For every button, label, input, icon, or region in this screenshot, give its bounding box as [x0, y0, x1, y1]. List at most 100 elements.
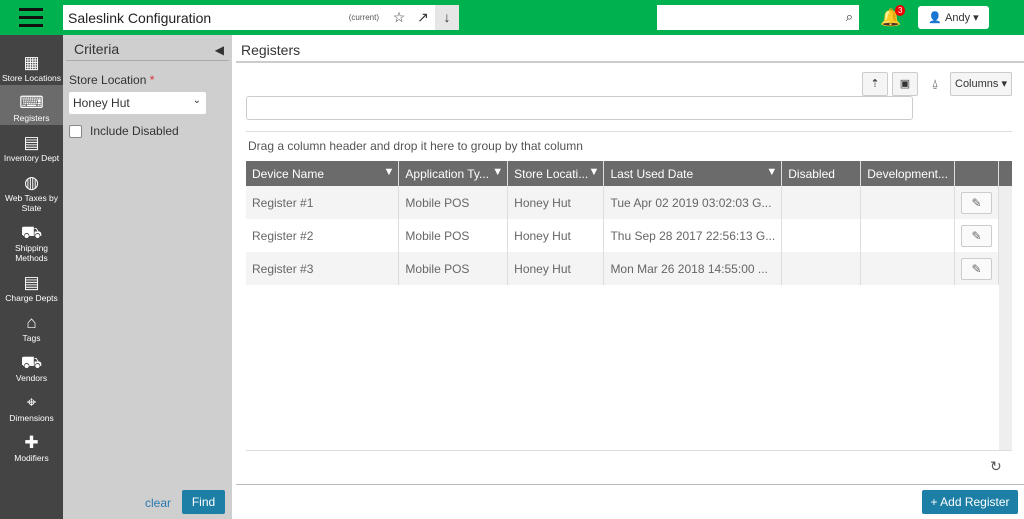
search-icon[interactable]: ⌕	[846, 9, 853, 25]
tags-icon: ⌂	[26, 313, 37, 332]
cell: Mobile POS	[398, 252, 509, 285]
include-disabled-checkbox[interactable]	[69, 125, 82, 138]
list-icon: ▤	[23, 273, 40, 292]
sidebar-item-label: Tags	[22, 333, 41, 343]
sidebar-item-inventory-dept[interactable]: ▤ Inventory Dept	[0, 125, 63, 165]
register-icon: ⌨	[19, 93, 44, 112]
filter-icon[interactable]: ▼	[492, 166, 503, 178]
sidebar-item-label: Shipping Methods	[14, 243, 49, 263]
filter-icon[interactable]: ▼	[766, 166, 777, 178]
sort-icon[interactable]: ⇡	[862, 72, 888, 96]
cell: Honey Hut	[507, 186, 605, 219]
store-location-label: Store Location *	[69, 73, 154, 87]
sidebar-item-tags[interactable]: ⌂ Tags	[0, 305, 63, 345]
table-row[interactable]: Register #1 Mobile POS Honey Hut Tue Apr 02…	[246, 186, 999, 219]
page-heading: Registers	[236, 35, 1024, 63]
notification-badge: 3	[895, 5, 906, 16]
refresh-icon[interactable]: ↻	[990, 458, 1002, 475]
external-link-icon[interactable]: ↗	[411, 9, 435, 26]
table-row[interactable]: Register #3 Mobile POS Honey Hut Mon Mar 26…	[246, 252, 999, 285]
top-bar: Saleslink Configuration (current) ☆ ↗ ↓ …	[0, 0, 1024, 35]
sidebar-item-label: Vendors	[15, 373, 48, 383]
cell: Register #3	[246, 252, 400, 285]
column-header-disabled[interactable]: Disabled	[781, 161, 862, 186]
user-name: Andy	[945, 11, 971, 24]
edit-pencil-icon[interactable]: ✎	[961, 257, 992, 280]
cell: Mon Mar 26 2018 14:55:00 ...	[603, 252, 783, 285]
columns-button[interactable]: Columns ▾	[950, 72, 1012, 96]
edit-pencil-icon[interactable]: ✎	[961, 191, 992, 214]
column-header-actions	[954, 161, 999, 186]
sidebar-item-label: Charge Depts	[5, 293, 58, 303]
crosshair-icon: ⌖	[26, 393, 37, 412]
sidebar-item-label: Inventory Dept	[3, 153, 60, 163]
sidebar-item-web-taxes[interactable]: ◍ Web Taxes by State	[0, 165, 63, 215]
table-row[interactable]: Register #2 Mobile POS Honey Hut Thu Sep 28…	[246, 219, 999, 252]
global-search-input[interactable]: ⌕	[657, 5, 859, 30]
sidebar-item-label: Store Locations	[1, 73, 62, 83]
cell: Honey Hut	[507, 219, 605, 252]
clear-link[interactable]: clear	[145, 496, 171, 510]
user-menu-button[interactable]: 👤 Andy ▾	[918, 6, 989, 29]
sidebar-item-shipping-methods[interactable]: ⛟ Shipping Methods	[0, 215, 63, 265]
sidebar-item-dimensions[interactable]: ⌖ Dimensions	[0, 385, 63, 425]
chevron-down-icon: ⌄	[192, 95, 201, 106]
find-button[interactable]: Find	[182, 490, 225, 514]
cell	[860, 219, 955, 252]
star-icon[interactable]: ☆	[387, 9, 411, 26]
sidebar-item-modifiers[interactable]: ✚ Modifiers	[0, 425, 63, 465]
footer-divider	[236, 484, 1024, 485]
truck-icon: ⛟	[20, 353, 43, 372]
filter-icon[interactable]: ▼	[589, 166, 600, 178]
grid-filter-input[interactable]	[246, 96, 913, 120]
hamburger-menu-icon[interactable]	[19, 8, 43, 27]
column-header-last-used-date[interactable]: Last Used Date ▼	[603, 161, 783, 186]
sidebar-item-label: Modifiers	[14, 453, 49, 463]
collapse-icon[interactable]: ◀	[215, 43, 224, 57]
include-disabled-label[interactable]: Include Disabled	[90, 124, 179, 138]
required-marker: *	[149, 73, 155, 87]
cell: Honey Hut	[507, 252, 605, 285]
sidebar-item-store-locations[interactable]: ▦ Store Locations	[0, 35, 63, 85]
divider	[246, 131, 1012, 132]
download-icon[interactable]: ↓	[435, 5, 459, 30]
cell: Tue Apr 02 2019 03:02:03 G...	[603, 186, 783, 219]
cell: Mobile POS	[398, 219, 509, 252]
vertical-scrollbar[interactable]	[999, 161, 1012, 450]
cell	[781, 186, 862, 219]
cell: Register #1	[246, 186, 400, 219]
cell: Mobile POS	[398, 186, 509, 219]
label-text: Store Location	[69, 73, 147, 87]
header-label: Device Name	[252, 166, 325, 181]
column-header-development[interactable]: Development...	[860, 161, 955, 186]
export-icon[interactable]: ⍙	[922, 72, 948, 96]
cell: ✎	[954, 219, 999, 252]
sidebar-nav: ▦ Store Locations ⌨ Registers ▤ Inventory D…	[0, 35, 63, 519]
table-header-row: Device Name ▼ Application Ty... ▼ Store Lo…	[246, 161, 999, 186]
add-register-button[interactable]: + Add Register	[922, 490, 1018, 514]
edit-pencil-icon[interactable]: ✎	[961, 224, 992, 247]
truck-icon: ⛟	[20, 223, 43, 242]
page-title-bar: Saleslink Configuration (current) ☆ ↗ ↓	[63, 5, 459, 30]
selected-value: Honey Hut	[73, 96, 130, 110]
sidebar-item-vendors[interactable]: ⛟ Vendors	[0, 345, 63, 385]
column-header-store-location[interactable]: Store Locati... ▼	[507, 161, 605, 186]
store-location-select[interactable]: Honey Hut ⌄	[69, 92, 206, 114]
app-title: Saleslink Configuration	[68, 9, 212, 26]
column-header-application-type[interactable]: Application Ty... ▼	[398, 161, 509, 186]
plus-icon: ✚	[24, 433, 39, 452]
building-icon: ▦	[23, 53, 40, 72]
globe-icon: ◍	[24, 173, 39, 192]
user-icon: 👤	[928, 12, 943, 24]
cell: ✎	[954, 252, 999, 285]
cell	[860, 252, 955, 285]
current-label: (current)	[348, 13, 379, 22]
filter-icon[interactable]: ▼	[384, 166, 395, 178]
column-header-device-name[interactable]: Device Name ▼	[246, 161, 400, 186]
header-label: Store Locati...	[514, 166, 589, 181]
caret-down-icon: ▾	[973, 12, 979, 24]
image-icon[interactable]: ▣	[892, 72, 918, 96]
sidebar-item-registers[interactable]: ⌨ Registers	[0, 85, 63, 125]
sidebar-item-charge-depts[interactable]: ▤ Charge Depts	[0, 265, 63, 305]
cell	[781, 252, 862, 285]
